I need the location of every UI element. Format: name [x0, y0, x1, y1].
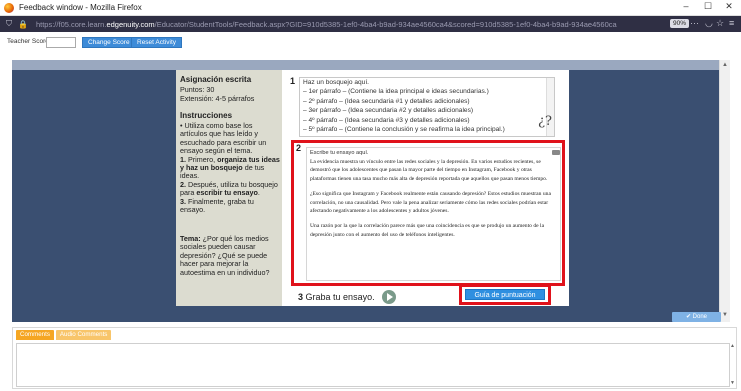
comments-panel: Comments Audio Comments ▲ ▼ [12, 327, 737, 389]
outline-line: Haz un bosquejo aquí. [303, 79, 369, 86]
scoring-guide-button[interactable]: Guía de puntuación [465, 289, 545, 300]
scroll-up-icon[interactable]: ▲ [730, 343, 735, 349]
outline-line: – 3er párrafo – (Idea secundaria #2 y de… [303, 107, 474, 115]
assignment-panel: Asignación escrita Puntos: 30 Extensión:… [176, 70, 569, 306]
outline-line: – 2º párrafo – (Idea secundaria #1 y det… [303, 97, 470, 105]
play-record-icon[interactable] [382, 290, 396, 304]
essay-paragraph: ¿Eso significa que Instagram y Facebook … [310, 191, 551, 215]
minimize-button[interactable]: – [676, 1, 696, 11]
scroll-down-icon[interactable]: ▼ [722, 312, 728, 318]
essay-prompt: Escribe tu ensayo aquí. [310, 150, 369, 156]
frame-scrollbar[interactable]: ▲ ▼ [719, 60, 730, 322]
assignment-title: Asignación escrita [180, 75, 252, 84]
keyboard-icon[interactable] [552, 150, 560, 155]
scroll-down-icon[interactable]: ▼ [730, 380, 735, 386]
bookmark-star-icon[interactable]: ☆ [716, 18, 724, 29]
essay-textarea[interactable]: Escribe tu ensayo aquí. La evidencia mue… [306, 147, 561, 281]
firefox-logo-icon [4, 2, 14, 13]
guide-highlight-frame: Guía de puntuación [459, 284, 551, 305]
reset-activity-button[interactable]: Reset Activity [131, 37, 183, 48]
window-title: Feedback window - Mozilla Firefox [19, 3, 142, 12]
tab-audio-comments[interactable]: Audio Comments [55, 330, 112, 340]
scroll-up-icon[interactable]: ▲ [722, 62, 728, 68]
outline-line: – 4º párrafo – (Idea secundaria #3 y det… [303, 116, 470, 124]
essay-paragraph: Una razón por la que la correlación pare… [310, 223, 545, 238]
change-score-button[interactable]: Change Score [82, 37, 136, 48]
maximize-button[interactable]: ☐ [698, 1, 718, 12]
question-3: 3 Graba tu ensayo. [298, 292, 375, 302]
page-actions-icon[interactable]: ··· [690, 18, 699, 28]
window-titlebar: Feedback window - Mozilla Firefox – ☐ ✕ [0, 0, 741, 16]
frame-top-band [12, 60, 730, 70]
comment-textarea[interactable] [16, 343, 730, 387]
question-2-number: 2 [296, 143, 302, 153]
done-button[interactable]: ✔ Done [672, 312, 721, 322]
menu-icon[interactable]: ≡ [729, 18, 734, 28]
instructions-heading: Instrucciones [180, 111, 233, 120]
address-bar[interactable]: ⛉ 🔒 https://f05.core.learn.edgenuity.com… [0, 16, 741, 32]
topic-text: Tema: ¿Por qué los medios sociales puede… [180, 234, 270, 277]
teacher-toolbar: Teacher Score Change Score Reset Activit… [0, 32, 741, 54]
shield-icon: ⛉ [6, 19, 12, 28]
instructions-text: • Utiliza como base los artículos que ha… [180, 121, 280, 215]
instructions-sidebar: Asignación escrita Puntos: 30 Extensión:… [176, 70, 282, 306]
close-button[interactable]: ✕ [719, 1, 739, 12]
comment-scrollbar[interactable]: ▲ ▼ [730, 343, 736, 387]
essay-highlight-frame: 2 Escribe tu ensayo aquí. La evidencia m… [291, 140, 565, 286]
comments-tabs: Comments Audio Comments [16, 330, 113, 340]
essay-paragraph: La evidencia muestra un vínculo entre la… [310, 159, 548, 182]
zoom-level[interactable]: 90% [670, 19, 690, 28]
outline-line: – 1er párrafo – (Contiene la idea princi… [303, 88, 489, 96]
outline-line: – 5º párrafo – (Contiene la conclusión y… [303, 126, 505, 134]
url-text[interactable]: https://f05.core.learn.edgenuity.com/Edu… [36, 20, 646, 29]
tab-comments[interactable]: Comments [16, 330, 54, 340]
question-1-number: 1 [290, 76, 296, 86]
assignment-extension: Extensión: 4-5 párrafos [180, 94, 255, 103]
pocket-icon[interactable]: ◡ [705, 18, 713, 29]
teacher-score-input[interactable] [46, 37, 76, 48]
outline-textarea[interactable]: Haz un bosquejo aquí. – 1er párrafo – (C… [299, 77, 555, 137]
teacher-score-label: Teacher Score [7, 38, 49, 45]
activity-frame: Asignación escrita Puntos: 30 Extensión:… [12, 60, 730, 322]
help-icon[interactable]: ¿? [538, 114, 552, 129]
lock-icon: 🔒 [18, 19, 28, 29]
